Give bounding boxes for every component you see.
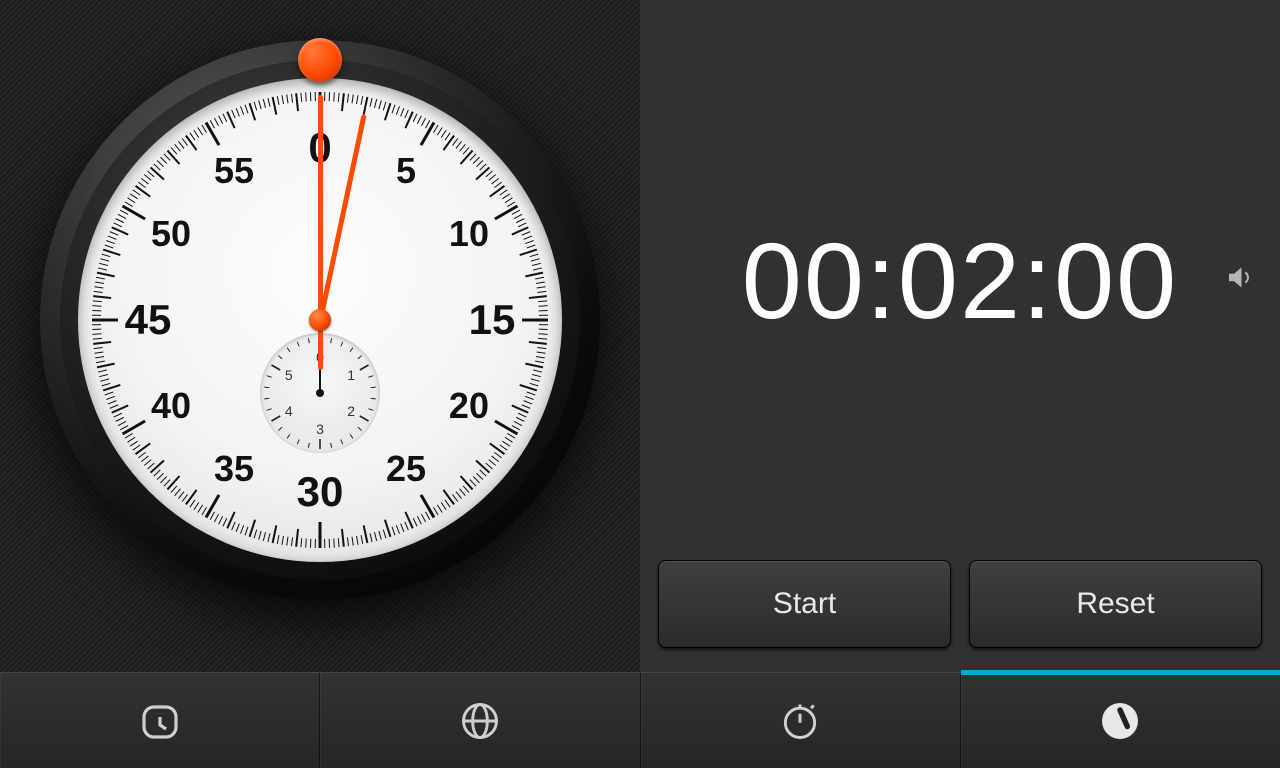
stopwatch-dial[interactable]: 0510152025303540455055 012345 — [40, 40, 600, 600]
timer-icon — [1098, 699, 1142, 743]
timer-readout: 00:02:00 — [742, 218, 1178, 343]
tab-timer[interactable] — [961, 673, 1280, 768]
globe-icon — [458, 699, 502, 743]
crown-knob-icon[interactable] — [298, 38, 342, 82]
alarm-clock-icon — [136, 697, 184, 745]
dial-pivot — [309, 309, 331, 331]
tab-world-clock[interactable] — [320, 673, 640, 768]
start-button[interactable]: Start — [658, 560, 951, 648]
reset-button[interactable]: Reset — [969, 560, 1262, 648]
timer-display-area[interactable]: 00:02:00 — [640, 0, 1280, 560]
tab-stopwatch[interactable] — [641, 673, 961, 768]
stopwatch-pane: 0510152025303540455055 012345 — [0, 0, 640, 768]
speaker-icon[interactable] — [1224, 263, 1254, 298]
tab-bar — [0, 672, 1280, 768]
second-hand — [318, 95, 323, 320]
stopwatch-icon — [778, 699, 822, 743]
clock-app: 0510152025303540455055 012345 00:02:00 — [0, 0, 1280, 768]
tab-alarm[interactable] — [0, 673, 320, 768]
timer-pane: 00:02:00 Start Reset — [640, 0, 1280, 768]
timer-buttons: Start Reset — [640, 560, 1280, 672]
